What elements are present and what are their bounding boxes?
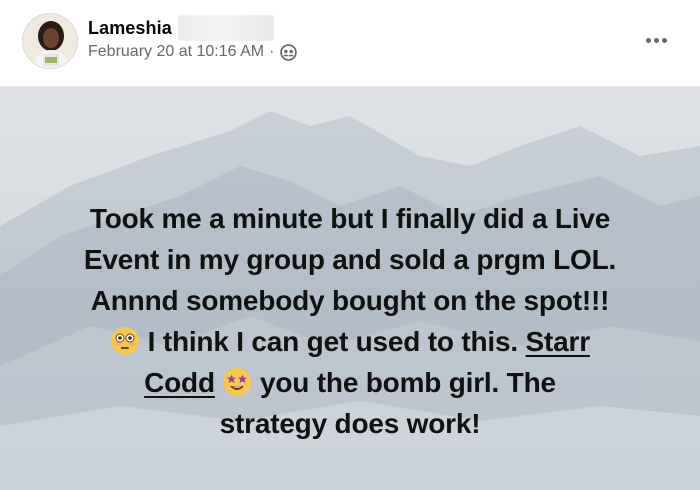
post-meta: February 20 at 10:16 AM ·: [88, 43, 298, 61]
post-text-line: I think I can get used to this. Starr: [30, 321, 670, 362]
redacted-name-block: [177, 15, 274, 41]
author-row: Lameshia: [88, 15, 274, 41]
friends-audience-icon[interactable]: [280, 43, 298, 61]
more-options-icon[interactable]: [640, 28, 672, 52]
star-struck-emoji: [222, 367, 252, 397]
author-name[interactable]: Lameshia: [88, 18, 172, 39]
mention-link[interactable]: Starr: [526, 326, 591, 357]
mention-link[interactable]: Codd: [144, 367, 215, 398]
post-background-card: Took me a minute but I finally did a Liv…: [0, 86, 700, 490]
post-header: Lameshia February 20 at 10:16 AM ·: [0, 0, 700, 86]
post-text-line: Took me a minute but I finally did a Liv…: [89, 203, 611, 234]
post-text-line: Event in my group and sold a prgm LOL.: [83, 244, 617, 275]
post-text-line: strategy does work!: [219, 408, 481, 439]
post-text-segment: you the bomb girl. The: [252, 367, 556, 398]
post-timestamp[interactable]: February 20 at 10:16 AM: [88, 43, 264, 61]
avatar[interactable]: [22, 13, 78, 69]
meta-separator: ·: [269, 43, 275, 60]
flushed-face-emoji: [110, 326, 140, 356]
post-text-segment: I think I can get used to this.: [140, 326, 526, 357]
post-text-line: Annnd somebody bought on the spot!!!: [90, 285, 610, 316]
post-text: Took me a minute but I finally did a Liv…: [30, 198, 670, 444]
post-text-line: Codd you the bomb girl. The: [30, 362, 670, 403]
